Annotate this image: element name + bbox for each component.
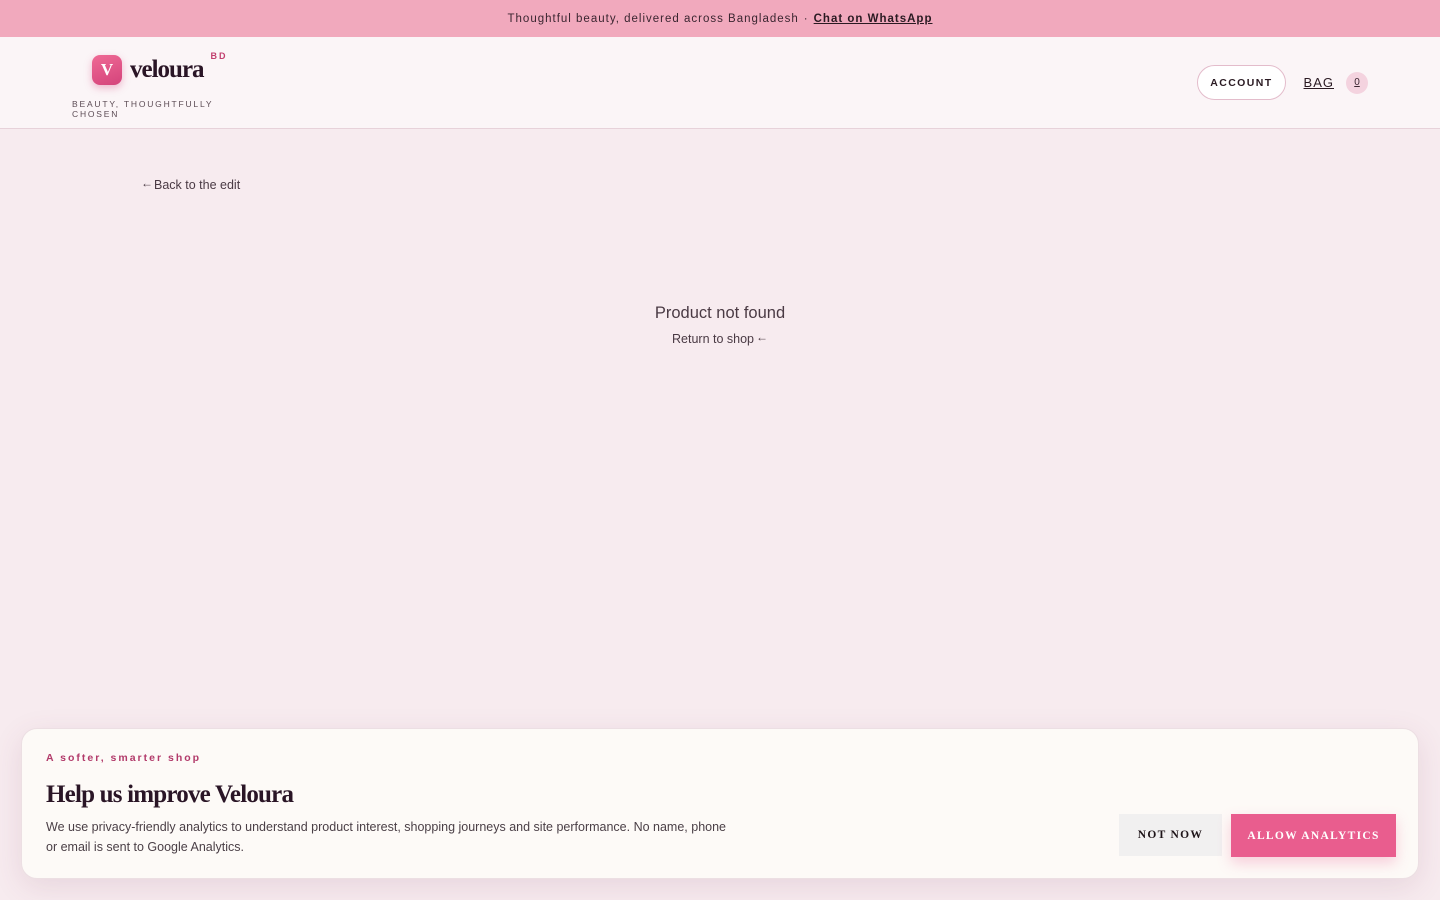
consent-eyebrow: A softer, smarter shop	[46, 752, 202, 764]
region-badge: BD	[210, 51, 228, 61]
logo-badge-icon: V	[92, 55, 122, 85]
header-nav: ACCOUNT BAG 0	[1197, 65, 1368, 100]
brand-row: V veloura BD	[72, 51, 252, 85]
brand-name: veloura	[130, 56, 205, 83]
arrow-left-icon: ←	[141, 176, 153, 190]
bag-link[interactable]: BAG	[1304, 75, 1334, 90]
account-button[interactable]: ACCOUNT	[1197, 65, 1286, 100]
empty-state: Product not found Return to shop ←	[0, 304, 1440, 348]
arrow-left-icon: ←	[756, 330, 768, 344]
consent-description: We use privacy-friendly analytics to und…	[46, 820, 727, 854]
brand-tagline: BEAUTY, THOUGHTFULLY CHOSEN	[72, 99, 214, 119]
announcement-bar: Thoughtful beauty, delivered across Bang…	[0, 0, 1440, 37]
announcement-text: Thoughtful beauty, delivered across Bang…	[507, 12, 799, 25]
return-to-shop-label: Return to shop	[672, 332, 754, 346]
back-to-edit-link[interactable]: ← Back to the edit	[141, 176, 241, 192]
brand-logo[interactable]: V veloura BD BEAUTY, THOUGHTFULLY CHOSEN	[72, 51, 252, 119]
back-to-edit-label: Back to the edit	[154, 178, 241, 192]
not-found-title: Product not found	[654, 304, 786, 322]
consent-title: Help us improve Veloura	[46, 781, 294, 808]
site-header: V veloura BD BEAUTY, THOUGHTFULLY CHOSEN…	[0, 37, 1440, 129]
not-now-button[interactable]: NOT NOW	[1119, 814, 1222, 856]
bag-count-badge[interactable]: 0	[1346, 71, 1368, 94]
allow-analytics-button[interactable]: ALLOW ANALYTICS	[1231, 814, 1396, 857]
whatsapp-chat-link[interactable]: Chat on WhatsApp	[814, 13, 933, 25]
announcement-separator: ·	[803, 12, 809, 25]
analytics-consent-banner: A softer, smarter shop Help us improve V…	[21, 728, 1419, 879]
return-to-shop-link[interactable]: Return to shop ←	[672, 330, 768, 346]
